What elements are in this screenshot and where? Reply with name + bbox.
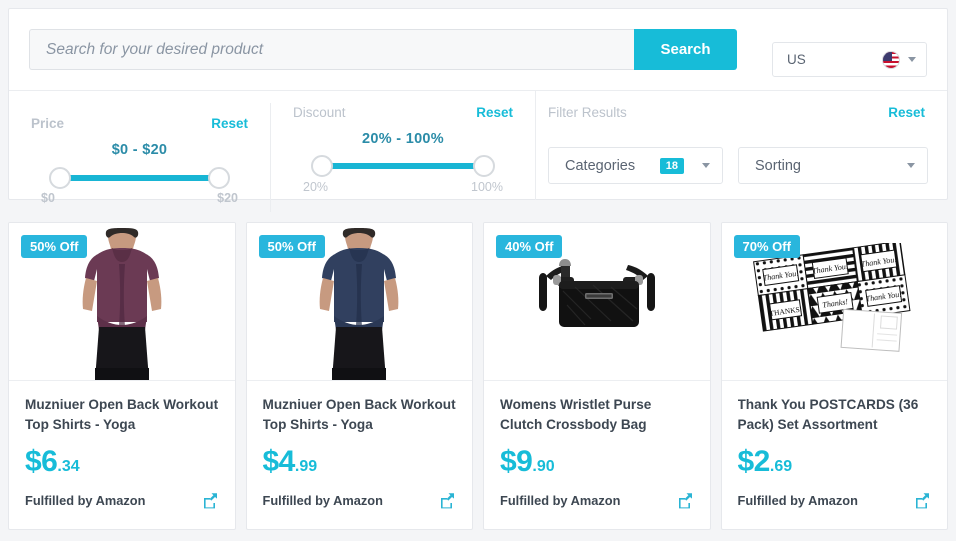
product-image: 70% Off THANKS! Thank You! Thank You! Th… <box>721 223 947 381</box>
product-search-page: Search US Price Reset $0 - $20 <box>0 0 956 541</box>
filters-row: Price Reset $0 - $20 $0 $20 Discount Res… <box>9 91 947 212</box>
categories-count-badge: 18 <box>659 157 684 174</box>
product-price: $2.69 <box>738 447 932 477</box>
product-card[interactable]: 50% Off Muzniuer Open Back Workout Top S… <box>245 222 473 530</box>
price-main: $9 <box>500 445 533 478</box>
price-reset-link[interactable]: Reset <box>211 117 248 131</box>
product-info: Thank You POSTCARDS (36 Pack) Set Assort… <box>722 381 948 509</box>
search-group: Search <box>29 29 737 70</box>
fulfilled-label: Fulfilled by Amazon <box>262 493 383 508</box>
discount-slider-max-handle[interactable] <box>473 155 495 177</box>
search-button[interactable]: Search <box>634 29 737 70</box>
filter-results-reset-link[interactable]: Reset <box>888 105 925 120</box>
price-main: $2 <box>737 445 771 478</box>
discount-reset-link[interactable]: Reset <box>476 105 513 120</box>
sorting-dropdown-label: Sorting <box>755 157 801 174</box>
discount-slider-track <box>321 163 485 169</box>
sorting-dropdown[interactable]: Sorting <box>738 147 928 184</box>
product-info: Womens Wristlet Purse Clutch Crossbody B… <box>484 381 710 509</box>
discount-min-label: 20% <box>303 180 329 194</box>
country-selector[interactable]: US <box>772 42 927 77</box>
postcards-bw-icon: THANKS! Thank You! Thank You! Thanks! Th… <box>753 242 911 352</box>
search-input[interactable] <box>29 29 634 70</box>
price-filter: Price Reset $0 - $20 $0 $20 <box>9 103 271 212</box>
discount-filter-label: Discount <box>293 105 346 120</box>
price-range-endpoints: $0 $20 <box>41 192 238 205</box>
discount-range-slider[interactable] <box>311 153 495 179</box>
price-main: $4 <box>262 445 296 478</box>
price-range-slider[interactable] <box>49 165 230 191</box>
filter-dropdowns: Categories 18 Sorting <box>548 147 928 184</box>
product-grid: 50% Off Muzniuer Open Back Workout Top S… <box>8 222 948 530</box>
chevron-down-icon <box>702 163 710 168</box>
price-slider-track <box>59 175 220 181</box>
categories-dropdown[interactable]: Categories 18 <box>548 147 723 184</box>
share-external-link-icon[interactable] <box>202 492 219 509</box>
price-range-value: $0 - $20 <box>111 142 168 158</box>
search-and-filters-panel: Search US Price Reset $0 - $20 <box>8 8 948 212</box>
discount-max-label: 100% <box>471 180 503 194</box>
share-external-link-icon[interactable] <box>914 492 931 509</box>
share-external-link-icon[interactable] <box>677 492 694 509</box>
crossbody-bag-black-icon <box>538 258 655 327</box>
discount-badge: 50% Off <box>21 235 88 258</box>
price-slider-min-handle[interactable] <box>49 167 71 189</box>
product-price: $6.34 <box>25 447 219 477</box>
discount-badge: 40% Off <box>496 235 563 258</box>
product-card[interactable]: 50% Off Muzniuer Open Back Workout Top S… <box>8 222 236 530</box>
discount-filter: Discount Reset 20% - 100% 20% 100% <box>271 91 536 200</box>
chevron-down-icon <box>908 57 916 62</box>
product-footer: Fulfilled by Amazon <box>500 492 694 509</box>
product-title: Womens Wristlet Purse Clutch Crossbody B… <box>500 397 652 432</box>
product-info: Muzniuer Open Back Workout Top Shirts - … <box>9 381 235 509</box>
price-filter-label: Price <box>31 116 65 131</box>
price-min-label: $0 <box>41 191 55 205</box>
price-cents: .99 <box>294 458 318 475</box>
share-external-link-icon[interactable] <box>439 492 456 509</box>
price-cents: .69 <box>769 458 793 475</box>
discount-filter-header: Discount Reset <box>293 105 513 120</box>
chevron-down-icon <box>907 163 915 168</box>
fulfilled-label: Fulfilled by Amazon <box>500 493 621 508</box>
product-image: 50% Off <box>246 223 472 381</box>
product-card[interactable]: 70% Off THANKS! Thank You! Thank You! Th… <box>720 222 948 530</box>
discount-range-value: 20% - 100% <box>362 131 444 147</box>
discount-slider-min-handle[interactable] <box>311 155 333 177</box>
product-footer: Fulfilled by Amazon <box>738 492 932 509</box>
product-price: $4.99 <box>263 447 457 477</box>
search-bar-row: Search US <box>9 9 947 91</box>
product-image: 40% Off <box>484 223 710 381</box>
product-footer: Fulfilled by Amazon <box>25 492 219 509</box>
price-filter-header: Price Reset <box>31 117 248 131</box>
price-main: $6 <box>25 445 58 478</box>
price-cents: .34 <box>57 458 80 475</box>
product-footer: Fulfilled by Amazon <box>263 492 457 509</box>
fulfilled-label: Fulfilled by Amazon <box>737 493 858 508</box>
price-cents: .90 <box>532 458 555 475</box>
filter-results-label: Filter Results <box>548 105 627 120</box>
us-flag-icon <box>882 50 900 69</box>
discount-badge: 50% Off <box>258 235 325 258</box>
discount-badge: 70% Off <box>733 235 800 258</box>
product-info: Muzniuer Open Back Workout Top Shirts - … <box>247 381 473 509</box>
product-title: Muzniuer Open Back Workout Top Shirts - … <box>25 397 219 432</box>
categories-dropdown-label: Categories <box>565 157 636 174</box>
discount-range-endpoints: 20% 100% <box>303 180 503 194</box>
product-image: 50% Off <box>9 223 235 381</box>
product-title: Thank You POSTCARDS (36 Pack) Set Assort… <box>737 397 919 432</box>
filter-results-section: Filter Results Reset Categories 18 Sorti… <box>536 91 947 200</box>
filter-results-header: Filter Results Reset <box>548 105 925 120</box>
product-title: Muzniuer Open Back Workout Top Shirts - … <box>262 397 456 432</box>
country-code-label: US <box>787 52 806 67</box>
fulfilled-label: Fulfilled by Amazon <box>25 493 146 508</box>
product-price: $9.90 <box>500 447 694 477</box>
product-card[interactable]: 40% Off Womens Wristlet Purse Clutch Cro… <box>483 222 711 530</box>
price-max-label: $20 <box>217 191 238 205</box>
price-slider-max-handle[interactable] <box>208 167 230 189</box>
